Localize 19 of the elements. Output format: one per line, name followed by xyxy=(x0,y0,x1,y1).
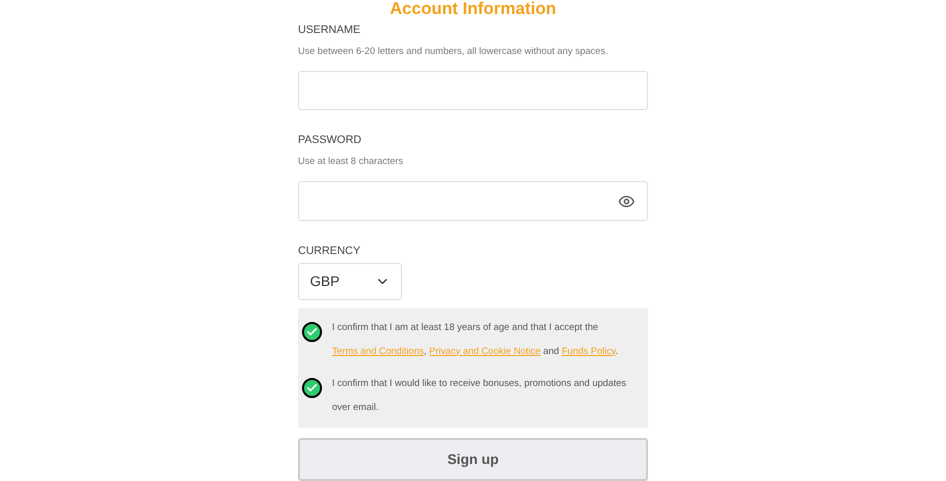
checkbox[interactable] xyxy=(302,322,322,342)
field-hint: Use at least 8 characters xyxy=(298,154,404,169)
field-hint: Use between 6-20 letters and numbers, all lowercase without any spaces. xyxy=(298,44,609,58)
check-icon xyxy=(306,326,318,338)
field-label: PASSWORD xyxy=(298,133,362,148)
consent-text: I confirm that I would like to receive bonuses, promotions and updates over email. xyxy=(332,376,628,415)
field-label: USERNAME xyxy=(298,23,362,38)
checkbox[interactable] xyxy=(302,378,322,398)
field-label: CURRENCY xyxy=(298,244,362,259)
currency-select[interactable]: GBP xyxy=(298,263,402,300)
link[interactable]: Privacy and Cookie Notice xyxy=(429,346,541,357)
check-icon xyxy=(306,382,318,394)
link[interactable]: Funds Policy xyxy=(562,346,616,357)
password-field[interactable] xyxy=(298,181,648,221)
form-title: Account Information xyxy=(388,0,558,18)
username-field[interactable] xyxy=(298,70,648,110)
sign-up-button[interactable]: Sign up xyxy=(298,438,648,481)
link[interactable]: Terms and Conditions xyxy=(332,346,424,357)
consent-text: I confirm that I am at least 18 years of age and that I accept the Terms and Conditions, Privacy and Cookie Notice and Funds Policy. xyxy=(332,320,620,359)
